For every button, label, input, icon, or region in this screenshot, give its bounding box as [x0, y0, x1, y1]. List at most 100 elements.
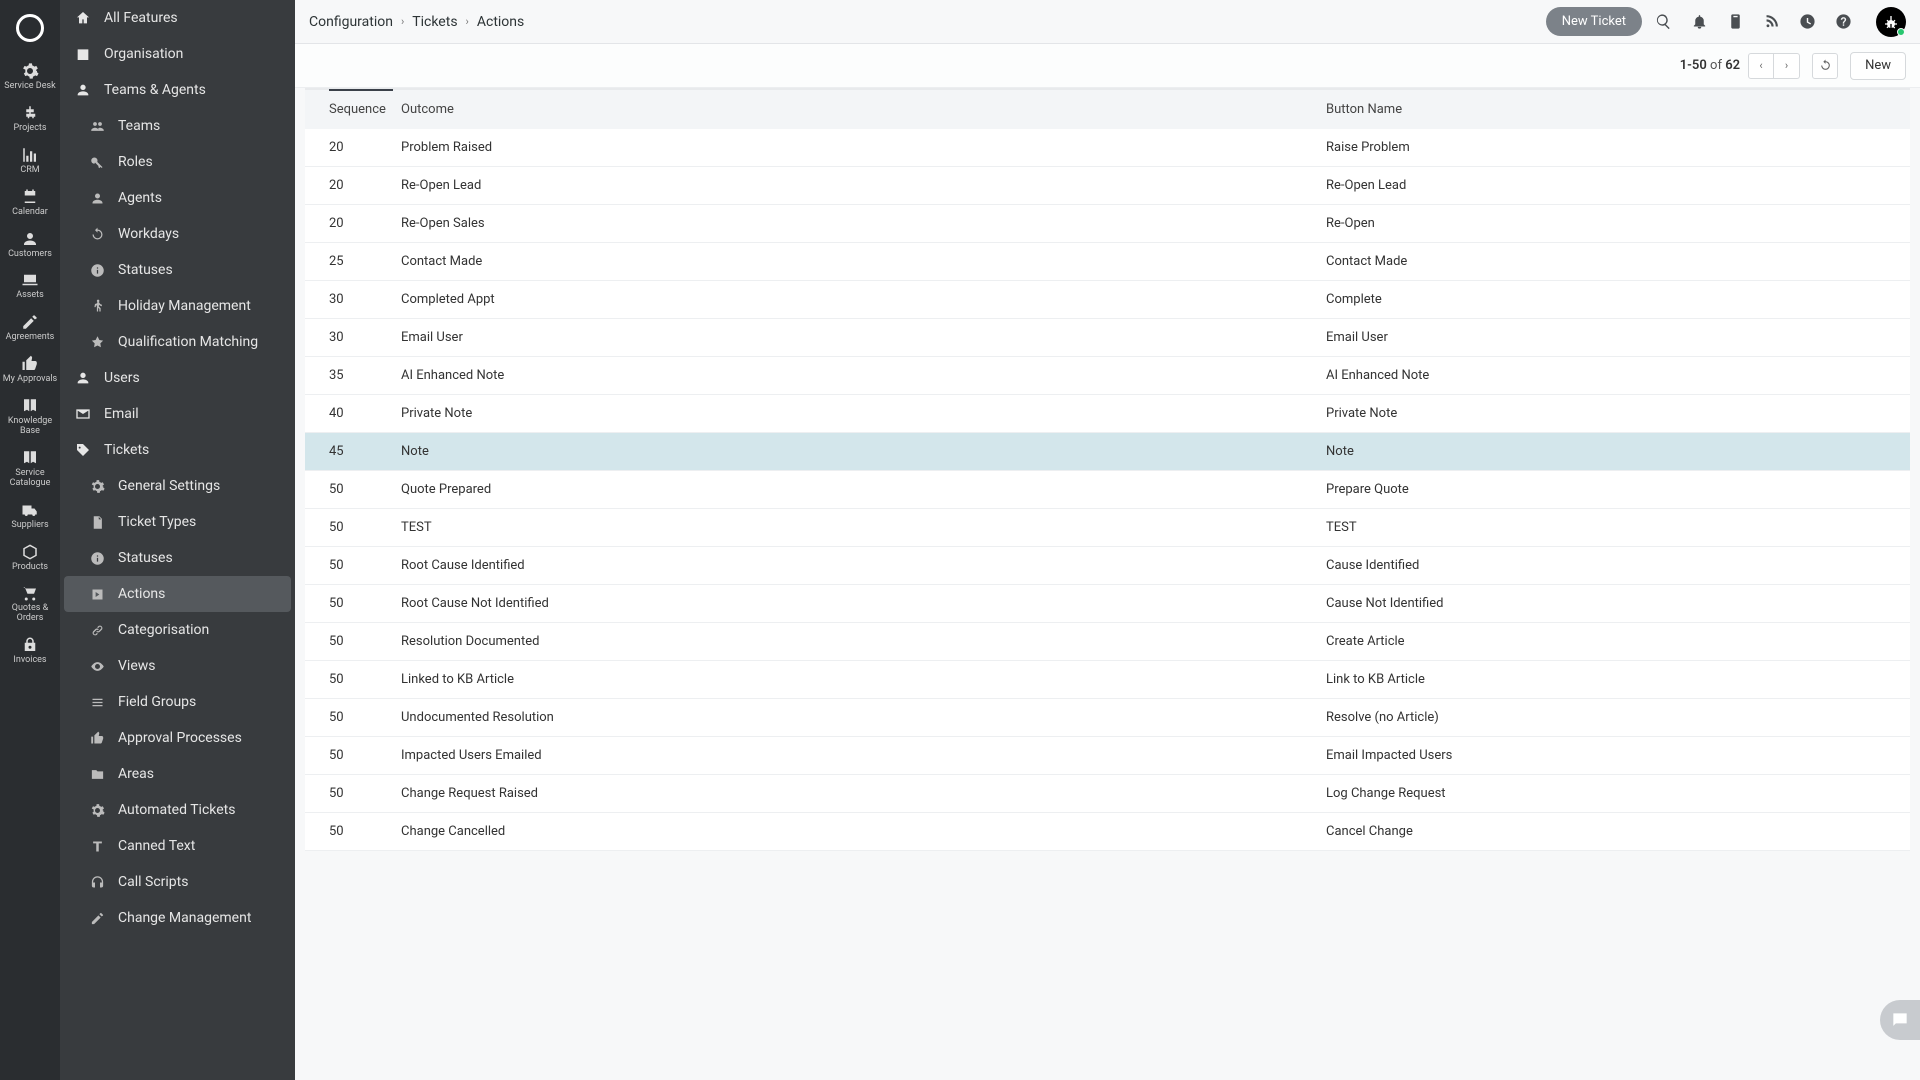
bell-icon[interactable] [1690, 13, 1708, 31]
rail-item-label: Products [12, 563, 48, 573]
sidebar-item[interactable]: Statuses [60, 540, 295, 576]
cell-sequence: 50 [329, 824, 401, 839]
new-ticket-button[interactable]: New Ticket [1546, 7, 1642, 36]
sidebar-item[interactable]: Users [60, 360, 295, 396]
rail-item[interactable]: Projects [0, 98, 60, 140]
rail-item[interactable]: Quotes & Orders [0, 578, 60, 630]
cell-sequence: 35 [329, 368, 401, 383]
sidebar-item[interactable]: All Features [60, 0, 295, 36]
sidebar-item[interactable]: Teams & Agents [60, 72, 295, 108]
reload-icon [88, 225, 106, 243]
column-header-outcome[interactable]: Outcome [401, 102, 1326, 117]
table-row[interactable]: 50Linked to KB ArticleLink to KB Article [305, 661, 1910, 699]
sidebar-item[interactable]: Approval Processes [60, 720, 295, 756]
sidebar-item[interactable]: Change Management [60, 900, 295, 936]
clock-icon[interactable] [1798, 13, 1816, 31]
tree-icon [21, 104, 39, 122]
chat-fab[interactable] [1880, 1000, 1920, 1040]
table-row[interactable]: 20Re-Open LeadRe-Open Lead [305, 167, 1910, 205]
table-row[interactable]: 35AI Enhanced NoteAI Enhanced Note [305, 357, 1910, 395]
chevron-right-icon: › [401, 15, 404, 28]
help-icon[interactable] [1834, 13, 1852, 31]
table-row[interactable]: 50Resolution DocumentedCreate Article [305, 623, 1910, 661]
table-row[interactable]: 25Contact MadeContact Made [305, 243, 1910, 281]
app-logo[interactable] [16, 14, 44, 42]
rss-icon[interactable] [1762, 13, 1780, 31]
table-row[interactable]: 40Private NotePrivate Note [305, 395, 1910, 433]
rail-item-label: My Approvals [3, 375, 57, 385]
rail-item[interactable]: Calendar [0, 182, 60, 224]
rail-item[interactable]: Service Catalogue [0, 443, 60, 495]
sidebar-item[interactable]: Qualification Matching [60, 324, 295, 360]
prev-page-button[interactable]: ‹ [1748, 53, 1774, 79]
cash-icon [21, 636, 39, 654]
rail-item[interactable]: My Approvals [0, 349, 60, 391]
breadcrumb-item[interactable]: Tickets [412, 14, 457, 30]
sidebar-item-label: Statuses [118, 550, 283, 566]
rail-item[interactable]: CRM [0, 140, 60, 182]
clipboard-icon[interactable] [1726, 13, 1744, 31]
cell-outcome: Re-Open Sales [401, 216, 1326, 231]
table-row[interactable]: 50Change Request RaisedLog Change Reques… [305, 775, 1910, 813]
gear-icon [21, 62, 39, 80]
table-row[interactable]: 30Email UserEmail User [305, 319, 1910, 357]
rail-item[interactable]: Invoices [0, 630, 60, 672]
new-button[interactable]: New [1850, 52, 1906, 80]
sidebar-item[interactable]: Teams [60, 108, 295, 144]
table-row[interactable]: 20Problem RaisedRaise Problem [305, 129, 1910, 167]
table-row[interactable]: 50Root Cause Not IdentifiedCause Not Ide… [305, 585, 1910, 623]
table-row[interactable]: 50TESTTEST [305, 509, 1910, 547]
rail-item-label: Projects [14, 124, 47, 134]
rail-item[interactable]: Assets [0, 265, 60, 307]
cell-outcome: Root Cause Identified [401, 558, 1326, 573]
sidebar-item[interactable]: Organisation [60, 36, 295, 72]
sidebar-item[interactable]: Canned Text [60, 828, 295, 864]
sidebar-item[interactable]: Automated Tickets [60, 792, 295, 828]
sidebar-item[interactable]: Actions [64, 576, 291, 612]
cell-button-name: Cancel Change [1326, 824, 1886, 839]
sidebar-item[interactable]: Views [60, 648, 295, 684]
table-row[interactable]: 50Undocumented ResolutionResolve (no Art… [305, 699, 1910, 737]
table-row[interactable]: 20Re-Open SalesRe-Open [305, 205, 1910, 243]
user-avatar[interactable] [1876, 7, 1906, 37]
sidebar-item[interactable]: General Settings [60, 468, 295, 504]
sidebar-item[interactable]: Tickets [60, 432, 295, 468]
breadcrumb-item[interactable]: Configuration [309, 14, 393, 30]
edit-icon [88, 909, 106, 927]
sidebar-item-label: Views [118, 658, 283, 674]
rail-item[interactable]: Customers [0, 224, 60, 266]
table-row[interactable]: 50Root Cause IdentifiedCause Identified [305, 547, 1910, 585]
sidebar-item[interactable]: Email [60, 396, 295, 432]
sidebar-item[interactable]: Agents [60, 180, 295, 216]
sidebar-item[interactable]: Areas [60, 756, 295, 792]
refresh-button[interactable] [1812, 53, 1838, 79]
column-header-button-name[interactable]: Button Name [1326, 102, 1886, 117]
sidebar-item[interactable]: Statuses [60, 252, 295, 288]
next-page-button[interactable]: › [1774, 53, 1800, 79]
sidebar-item[interactable]: Holiday Management [60, 288, 295, 324]
sidebar-item-label: Statuses [118, 262, 283, 278]
table-row[interactable]: 50Quote PreparedPrepare Quote [305, 471, 1910, 509]
sidebar-item[interactable]: Roles [60, 144, 295, 180]
sidebar-item[interactable]: Workdays [60, 216, 295, 252]
sidebar-item[interactable]: Call Scripts [60, 864, 295, 900]
rail-item[interactable]: Knowledge Base [0, 391, 60, 443]
sidebar-item[interactable]: Ticket Types [60, 504, 295, 540]
rail-item[interactable]: Agreements [0, 307, 60, 349]
cell-sequence: 30 [329, 330, 401, 345]
column-header-sequence[interactable]: Sequence [329, 102, 401, 117]
table-row[interactable]: 45NoteNote [305, 433, 1910, 471]
search-icon[interactable] [1654, 13, 1672, 31]
rail-item[interactable]: Products [0, 537, 60, 579]
table-row[interactable]: 50Impacted Users EmailedEmail Impacted U… [305, 737, 1910, 775]
table-row[interactable]: 50Change CancelledCancel Change [305, 813, 1910, 851]
link-icon [88, 621, 106, 639]
rail-item[interactable]: Suppliers [0, 495, 60, 537]
sidebar-item[interactable]: Field Groups [60, 684, 295, 720]
gear-icon [88, 477, 106, 495]
cell-sequence: 50 [329, 520, 401, 535]
rail-item[interactable]: Service Desk [0, 56, 60, 98]
breadcrumb-item[interactable]: Actions [477, 14, 524, 30]
table-row[interactable]: 30Completed ApptComplete [305, 281, 1910, 319]
sidebar-item[interactable]: Categorisation [60, 612, 295, 648]
